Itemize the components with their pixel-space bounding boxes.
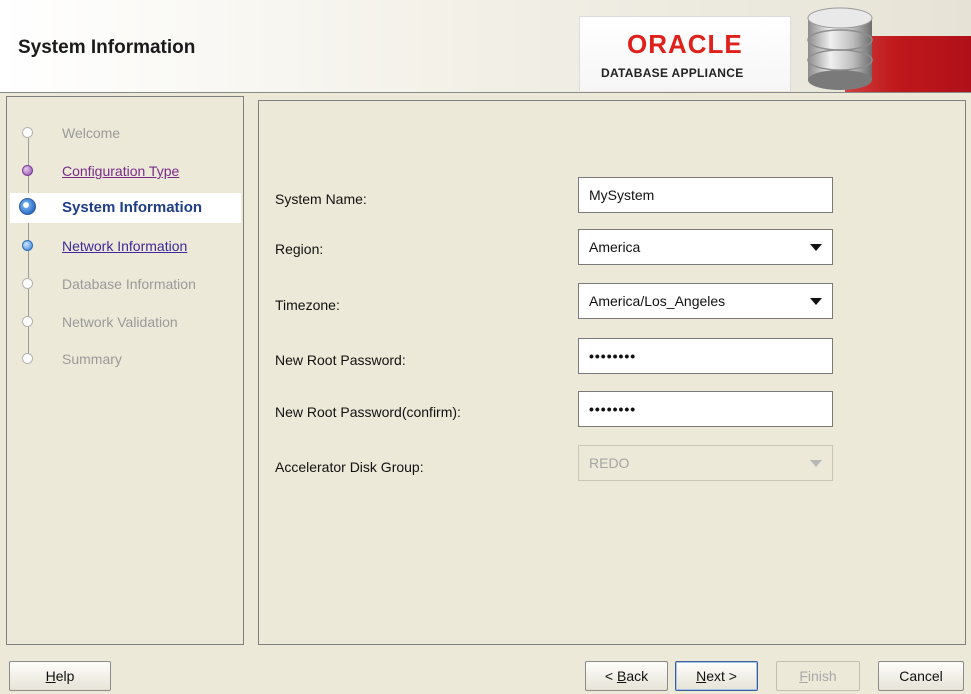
step-configuration-type[interactable]: Configuration Type [10, 156, 241, 186]
step-status-icon [22, 165, 33, 176]
step-summary: Summary [10, 344, 241, 374]
root-password-input[interactable]: •••••••• [578, 338, 833, 374]
step-label: Network Validation [62, 314, 178, 330]
timezone-label: Timezone: [275, 297, 340, 313]
step-welcome: Welcome [10, 118, 241, 148]
step-status-icon [22, 316, 33, 327]
chevron-down-icon [810, 298, 822, 305]
database-disk-icon [807, 7, 873, 90]
step-label: Summary [62, 351, 122, 367]
chevron-down-icon [810, 244, 822, 251]
step-status-icon [22, 127, 33, 138]
step-database-information: Database Information [10, 269, 241, 299]
step-status-icon [22, 353, 33, 364]
root-password-label: New Root Password: [275, 352, 406, 368]
system-name-input[interactable]: MySystem [578, 177, 833, 213]
region-value: America [589, 239, 641, 255]
step-network-validation: Network Validation [10, 307, 241, 337]
next-button[interactable]: Next > [675, 661, 758, 691]
page-title: System Information [18, 37, 196, 58]
cancel-button[interactable]: Cancel [878, 661, 964, 691]
timezone-select[interactable]: America/Los_Angeles [578, 283, 833, 319]
step-label: Database Information [62, 276, 196, 292]
oracle-wordmark: ORACLE [627, 29, 743, 59]
region-select[interactable]: America [578, 229, 833, 265]
root-password-confirm-input[interactable]: •••••••• [578, 391, 833, 427]
accelerator-disk-group-label: Accelerator Disk Group: [275, 459, 424, 475]
accelerator-disk-group-select: REDO [578, 445, 833, 481]
header-banner: System Information ORACLE DATABASE APPLI… [0, 0, 971, 93]
current-step-icon [19, 198, 36, 215]
back-button[interactable]: < Back [585, 661, 668, 691]
system-name-label: System Name: [275, 191, 367, 207]
help-button[interactable]: Help [9, 661, 111, 691]
step-status-icon [22, 240, 33, 251]
step-label: Welcome [62, 125, 121, 141]
step-label: System Information [62, 199, 203, 216]
chevron-down-icon [810, 460, 822, 467]
region-label: Region: [275, 241, 324, 257]
root-password-confirm-label: New Root Password(confirm): [275, 404, 461, 420]
oracle-logo: ORACLE DATABASE APPLIANCE [579, 16, 791, 91]
product-name: DATABASE APPLIANCE [601, 66, 744, 80]
finish-button: Finish [776, 661, 860, 691]
step-label: Network Information [62, 238, 188, 254]
timezone-value: America/Los_Angeles [589, 293, 726, 309]
step-label: Configuration Type [62, 163, 180, 179]
accelerator-disk-group-value: REDO [589, 455, 630, 471]
step-system-information: System Information [10, 193, 241, 223]
step-status-icon [22, 278, 33, 289]
step-network-information[interactable]: Network Information [10, 231, 241, 261]
